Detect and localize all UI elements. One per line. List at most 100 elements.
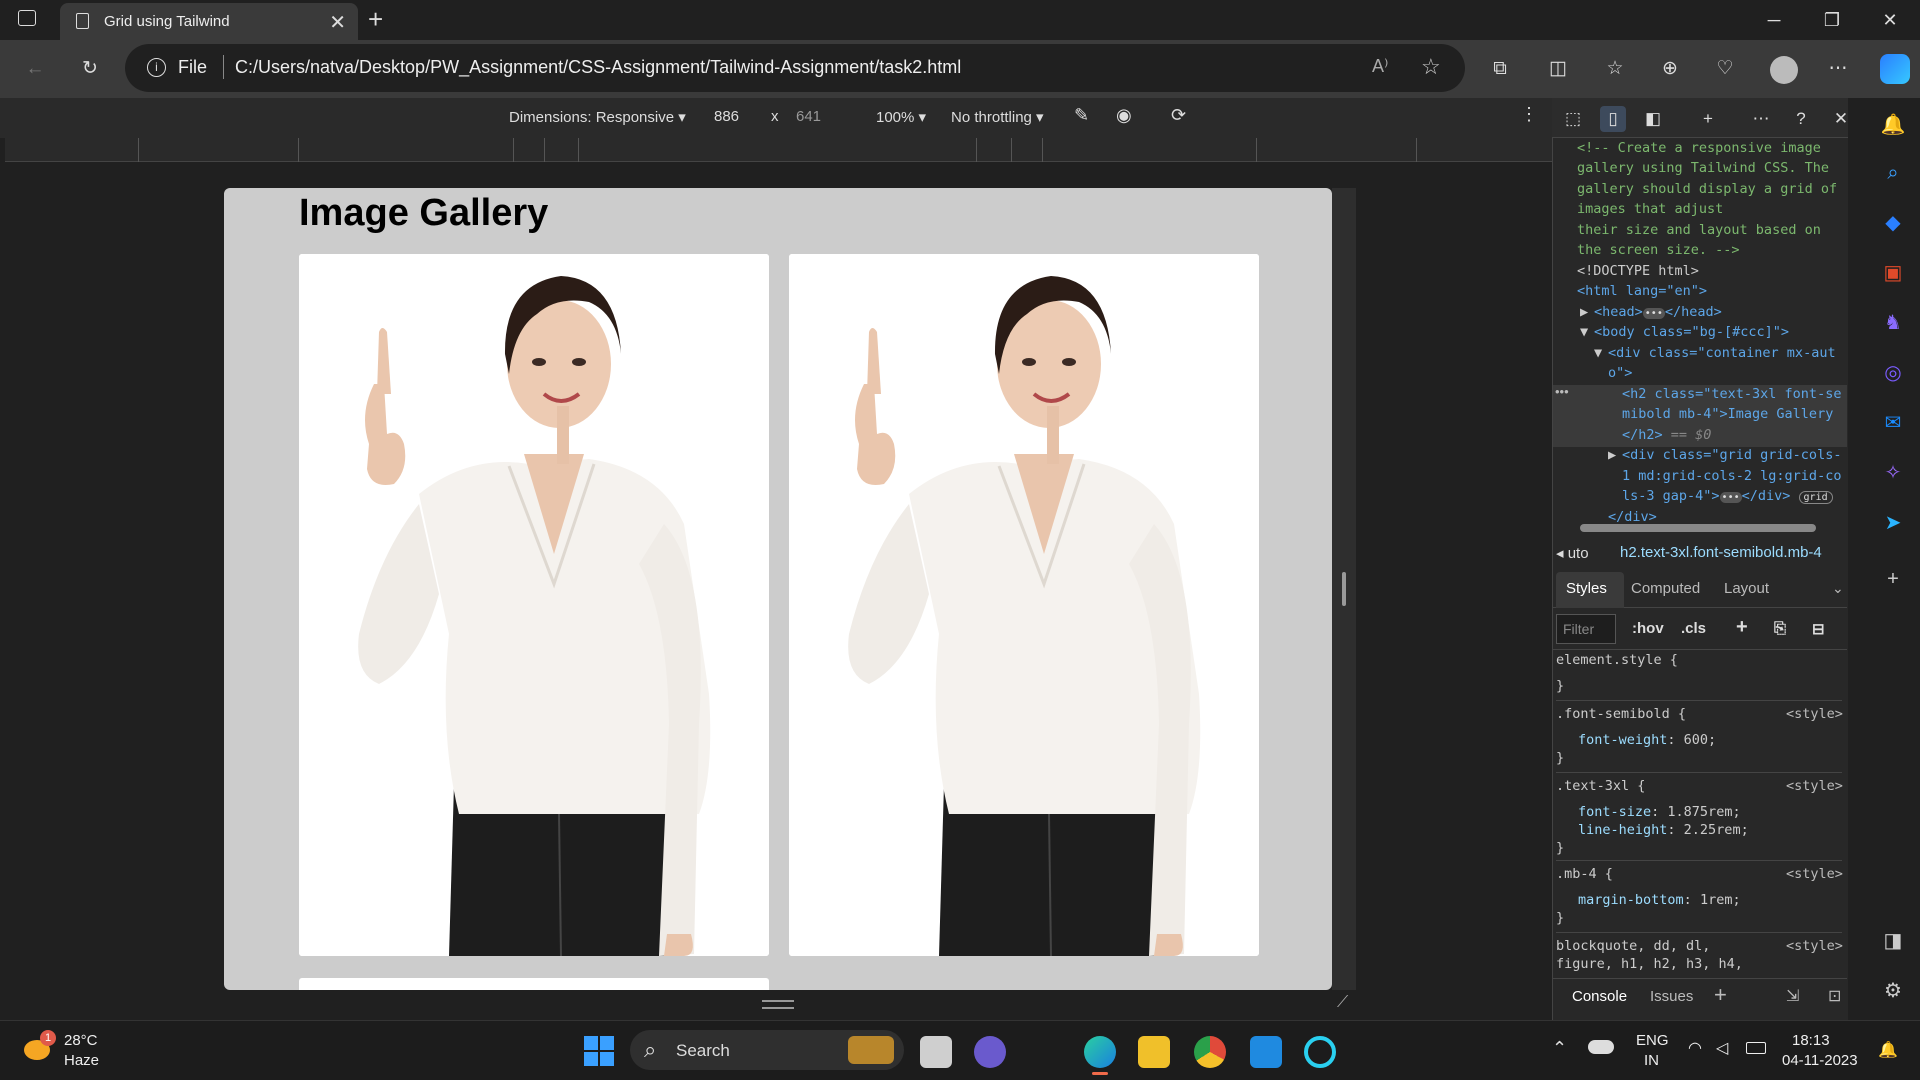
height-input[interactable]: 641	[796, 108, 821, 125]
element-style-rule[interactable]: element.style {	[1556, 652, 1678, 668]
notification-bell-icon[interactable]: 🔔	[1878, 1040, 1898, 1060]
info-icon[interactable]: i	[147, 58, 166, 77]
microsoft-365-icon[interactable]: ◎	[1878, 358, 1908, 388]
eyedropper-icon[interactable]: ✎	[1074, 105, 1089, 126]
refresh-icon[interactable]: ↻	[75, 54, 105, 84]
font-semibold-selector[interactable]: .font-semibold {	[1556, 706, 1686, 722]
search-icon[interactable]: ⌕	[1878, 158, 1908, 188]
container-div-node[interactable]: <div class="container mx-aut	[1608, 343, 1836, 364]
mb-4-selector[interactable]: .mb-4 {	[1556, 866, 1613, 882]
tools-briefcase-icon[interactable]: ▣	[1878, 258, 1908, 288]
rule-source-link[interactable]: <style>	[1786, 706, 1843, 722]
collapse-triangle-icon[interactable]: ▼	[1594, 343, 1602, 364]
hov-toggle[interactable]: :hov	[1632, 620, 1664, 637]
dom-horizontal-scrollbar[interactable]	[1580, 524, 1816, 532]
favorites-icon[interactable]: ☆	[1600, 54, 1630, 84]
width-input[interactable]: 886	[714, 108, 739, 125]
device-toggle-icon[interactable]: ▯	[1600, 106, 1626, 132]
split-screen-icon[interactable]: ◫	[1543, 54, 1573, 84]
drawer-tab-console[interactable]: Console	[1572, 988, 1627, 1005]
collections-icon[interactable]: ⊕	[1655, 54, 1685, 84]
text-3xl-selector[interactable]: .text-3xl {	[1556, 778, 1645, 794]
dock-icon[interactable]: ⇲	[1786, 986, 1799, 1006]
margin-bottom-decl[interactable]: margin-bottom: 1rem;	[1578, 892, 1741, 908]
cls-toggle[interactable]: .cls	[1681, 620, 1706, 637]
lang-2[interactable]: IN	[1644, 1052, 1659, 1069]
chevron-up-icon[interactable]: ⌃	[1552, 1038, 1567, 1059]
vision-deficiency-icon[interactable]: ◉	[1116, 105, 1132, 126]
back-icon[interactable]: ←	[20, 54, 50, 84]
favorite-star-icon[interactable]: ☆	[1421, 54, 1441, 80]
rule-source-link[interactable]: <style>	[1786, 938, 1843, 954]
devtools-more-icon[interactable]: ⋯	[1748, 106, 1774, 132]
outlook-icon[interactable]: ✉	[1878, 408, 1908, 438]
rule-source-link[interactable]: <style>	[1786, 778, 1843, 794]
clock-time[interactable]: 18:13	[1792, 1032, 1830, 1049]
games-icon[interactable]: ♞	[1878, 308, 1908, 338]
file-explorer-icon[interactable]	[1138, 1036, 1170, 1068]
minimize-button[interactable]: ─	[1754, 6, 1794, 34]
hide-sidebar-icon[interactable]: ◨	[1878, 926, 1908, 956]
breadcrumb-selector[interactable]: h2.text-3xl.font-semibold.mb-4	[1620, 544, 1822, 561]
drop-icon[interactable]: ➤	[1878, 508, 1908, 538]
breadcrumb-left[interactable]: ◂ uto	[1556, 544, 1589, 562]
volume-icon[interactable]: ◁	[1716, 1038, 1728, 1058]
html-node[interactable]: <html lang="en">	[1577, 281, 1707, 302]
vscode-icon[interactable]	[1250, 1036, 1282, 1068]
media-query-ruler[interactable]	[5, 138, 1552, 162]
computed-sidebar-icon[interactable]: ⊟	[1812, 620, 1825, 638]
designer-icon[interactable]: ✧	[1878, 458, 1908, 488]
body-node[interactable]: <body class="bg-[#ccc]">	[1594, 322, 1789, 343]
dimensions-dropdown[interactable]: Dimensions: Responsive ▾	[509, 108, 686, 126]
profile-avatar[interactable]	[1770, 56, 1798, 84]
restore-button[interactable]: ❐	[1812, 6, 1852, 34]
tab-layout[interactable]: Layout	[1724, 580, 1769, 597]
wifi-icon[interactable]: ◠	[1688, 1038, 1702, 1058]
more-menu-icon[interactable]: ⋯	[1823, 54, 1853, 84]
tab-actions-icon[interactable]	[18, 10, 36, 26]
url-text[interactable]: C:/Users/natva/Desktop/PW_Assignment/CSS…	[235, 57, 961, 78]
zoom-dropdown[interactable]: 100% ▾	[876, 108, 926, 126]
tab-close-icon[interactable]: ✕	[329, 10, 346, 35]
onedrive-cloud-icon[interactable]	[1588, 1040, 1614, 1054]
read-aloud-icon[interactable]: A⁾	[1372, 56, 1388, 77]
device-more-icon[interactable]: ⋮	[1520, 104, 1538, 125]
clock-date[interactable]: 04-11-2023	[1782, 1052, 1858, 1069]
expand-triangle-icon[interactable]: ▶	[1608, 445, 1616, 466]
resize-grip[interactable]	[1342, 572, 1346, 606]
rule-source-link[interactable]: <style>	[1786, 866, 1843, 882]
inspect-element-icon[interactable]: ⬚	[1560, 106, 1586, 132]
add-sidebar-app-icon[interactable]: +	[1878, 564, 1908, 594]
cortana-icon[interactable]	[1304, 1036, 1336, 1068]
drawer-tab-issues[interactable]: Issues	[1650, 988, 1693, 1005]
taskbar-search-box[interactable]: ⌕ Search	[630, 1030, 904, 1070]
settings-gear-icon[interactable]: ⚙	[1878, 976, 1908, 1006]
drawer-add-icon[interactable]: +	[1714, 982, 1727, 1008]
viewport-resize-handle-bottom[interactable]	[762, 1000, 794, 1009]
grid-div-node[interactable]: <div class="grid grid-cols-	[1622, 445, 1841, 466]
lang-1[interactable]: ENG	[1636, 1032, 1669, 1049]
address-bar[interactable]: i File C:/Users/natva/Desktop/PW_Assignm…	[125, 44, 1465, 92]
close-drawer-icon[interactable]: ⊡	[1828, 986, 1841, 1006]
line-height-decl[interactable]: line-height: 2.25rem;	[1578, 822, 1749, 838]
close-window-button[interactable]: ✕	[1870, 6, 1910, 34]
element-state-icon[interactable]: ⎘	[1774, 620, 1786, 637]
start-windows-icon[interactable]	[584, 1036, 614, 1066]
filter-input[interactable]: Filter	[1556, 614, 1616, 644]
new-tab-button[interactable]: +	[368, 4, 383, 35]
expand-triangle-icon[interactable]: ▶	[1580, 302, 1588, 323]
edge-browser-icon[interactable]	[1084, 1036, 1116, 1068]
tab-styles-label[interactable]: Styles	[1566, 580, 1607, 597]
elements-panel-icon[interactable]: ◧	[1640, 106, 1666, 132]
dom-tree[interactable]: <!-- Create a responsive image gallery u…	[1556, 138, 1846, 528]
resize-corner-icon[interactable]: ⟋	[1337, 994, 1348, 1012]
copilot-icon[interactable]	[1880, 54, 1910, 84]
tab-computed[interactable]: Computed	[1631, 580, 1700, 597]
notifications-bell-icon[interactable]: 🔔	[1878, 110, 1908, 140]
weather-widget[interactable]: 1 28°C Haze	[20, 1030, 130, 1074]
battery-icon[interactable]	[1746, 1042, 1766, 1054]
more-tools-plus-icon[interactable]: +	[1695, 106, 1721, 132]
collapse-triangle-icon[interactable]: ▼	[1580, 322, 1588, 343]
task-view-icon[interactable]	[920, 1036, 952, 1068]
tab-grid-using-tailwind[interactable]: Grid using Tailwind ✕	[60, 3, 358, 40]
